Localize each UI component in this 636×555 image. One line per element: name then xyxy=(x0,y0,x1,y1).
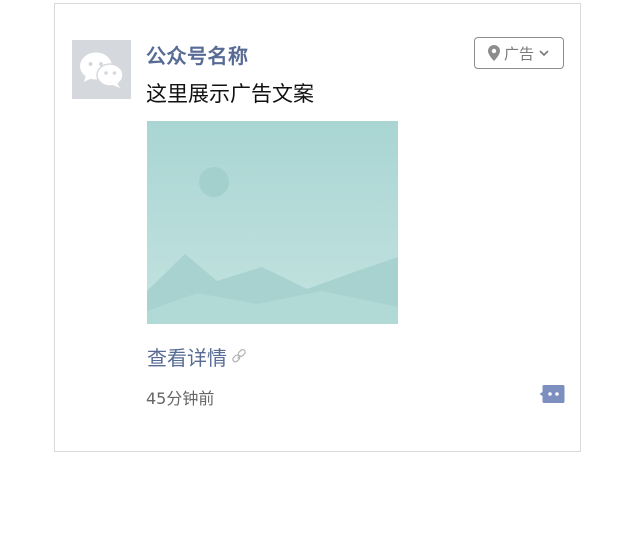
wechat-logo-icon xyxy=(79,52,124,88)
timestamp: 45分钟前 xyxy=(146,389,215,408)
chevron-down-icon xyxy=(539,50,549,57)
link-icon xyxy=(232,348,246,362)
ad-card: 公众号名称 这里展示广告文案 广告 查看详情 45分钟前 xyxy=(54,3,581,452)
ad-copy-text: 这里展示广告文案 xyxy=(146,82,314,106)
avatar[interactable] xyxy=(72,40,131,99)
ad-image[interactable] xyxy=(147,121,398,324)
view-details-label: 查看详情 xyxy=(147,346,227,370)
location-pin-icon xyxy=(487,45,500,61)
ad-tag-button[interactable]: 广告 xyxy=(474,37,564,69)
comment-action-button[interactable] xyxy=(539,384,565,404)
ad-tag-label: 广告 xyxy=(503,44,534,63)
view-details-link[interactable]: 查看详情 xyxy=(147,342,247,371)
comment-action-icon xyxy=(539,385,565,403)
account-name[interactable]: 公众号名称 xyxy=(146,40,249,69)
